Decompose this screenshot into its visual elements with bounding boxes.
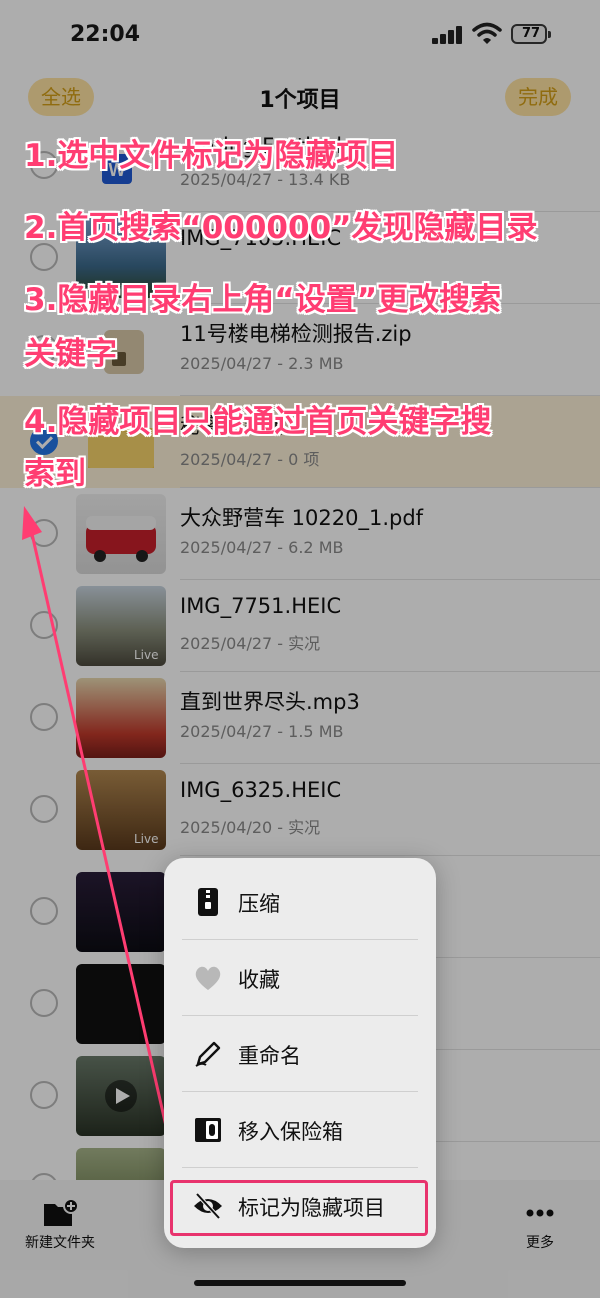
annotation-step-4-cont: 索到 — [24, 456, 86, 492]
annotation-step-2: 2.首页搜索“000000”发现隐藏目录 — [24, 210, 538, 246]
menu-item-label: 移入保险箱 — [238, 1120, 343, 1144]
zip-icon — [198, 888, 218, 916]
safe-icon — [195, 1118, 221, 1142]
annotation-step-4: 4.隐藏项目只能通过首页关键字搜 — [24, 404, 492, 440]
menu-item-label: 收藏 — [238, 968, 280, 992]
menu-item-favorite[interactable]: 收藏 — [164, 940, 436, 1016]
menu-item-rename[interactable]: 重命名 — [164, 1016, 436, 1092]
home-indicator — [194, 1280, 406, 1286]
heart-icon — [195, 966, 221, 990]
annotation-highlight-box — [170, 1180, 428, 1236]
menu-item-move-to-safe[interactable]: 移入保险箱 — [164, 1092, 436, 1168]
pencil-icon — [195, 1041, 221, 1067]
annotation-step-3: 3.隐藏目录右上角“设置”更改搜索 — [24, 282, 502, 318]
menu-item-label: 压缩 — [238, 892, 280, 916]
annotation-step-3-cont: 关键字 — [24, 336, 117, 372]
menu-item-label: 重命名 — [238, 1044, 301, 1068]
menu-item-compress[interactable]: 压缩 — [164, 864, 436, 940]
annotation-step-1: 1.选中文件标记为隐藏项目 — [24, 138, 399, 174]
